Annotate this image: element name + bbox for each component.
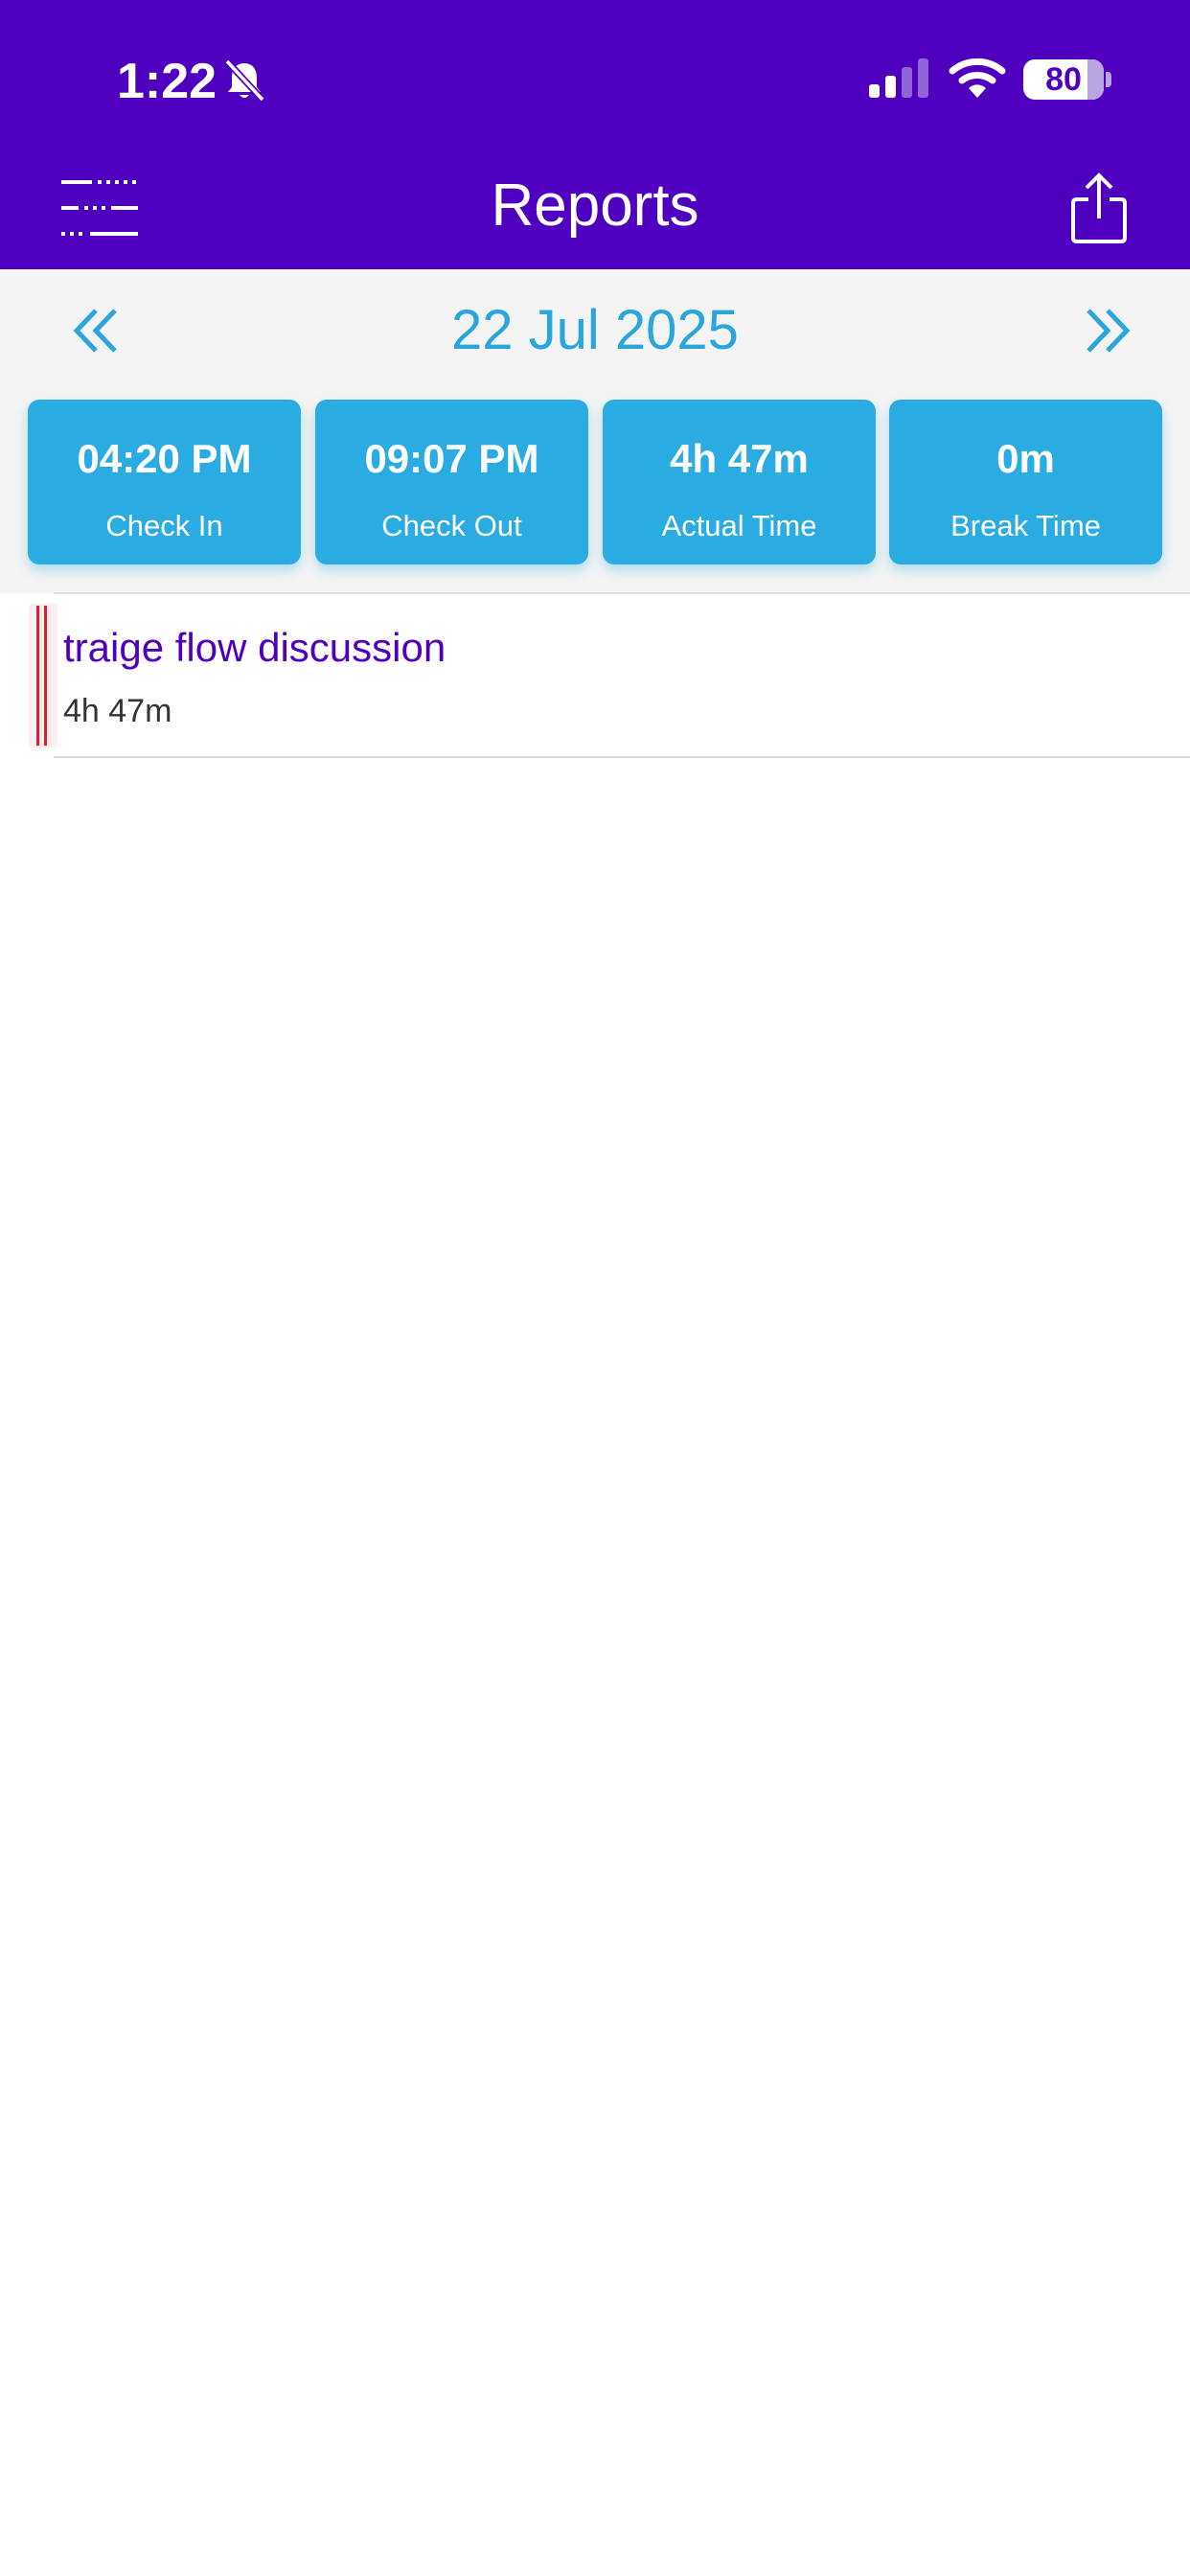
battery-cap	[1106, 72, 1111, 87]
stat-value: 4h 47m	[670, 436, 809, 481]
stat-label: Break Time	[950, 509, 1101, 542]
stat-value: 09:07 PM	[364, 436, 539, 481]
battery-indicator: 80	[1023, 59, 1111, 100]
battery-level-text: 80	[1045, 61, 1082, 98]
list-divider	[54, 756, 1190, 758]
task-title[interactable]: traige flow discussion	[63, 621, 446, 675]
battery-body: 80	[1023, 59, 1104, 100]
chevrons-right-icon[interactable]	[1081, 307, 1133, 355]
cellular-signal-icon	[869, 58, 928, 98]
status-time: 1:22	[117, 54, 217, 109]
stat-card-check-in: 04:20 PM Check In	[28, 400, 301, 564]
stat-card-actual-time: 4h 47m Actual Time	[603, 400, 876, 564]
stat-label: Actual Time	[661, 509, 817, 542]
app-header: 1:22 80 Reports	[0, 0, 1190, 269]
list-divider	[54, 592, 1190, 594]
share-icon[interactable]	[1069, 171, 1129, 245]
current-date[interactable]: 22 Jul 2025	[0, 292, 1190, 369]
stat-card-break-time: 0m Break Time	[889, 400, 1162, 564]
stat-card-check-out: 09:07 PM Check Out	[315, 400, 588, 564]
task-color-marker	[34, 606, 52, 746]
task-duration: 4h 47m	[63, 693, 172, 729]
stat-label: Check Out	[381, 509, 522, 542]
wifi-icon	[949, 58, 1006, 98]
stat-label: Check In	[105, 509, 223, 542]
bell-slash-icon	[224, 58, 265, 103]
page-title: Reports	[491, 172, 699, 239]
stat-value: 04:20 PM	[77, 436, 252, 481]
stat-value: 0m	[996, 436, 1055, 481]
